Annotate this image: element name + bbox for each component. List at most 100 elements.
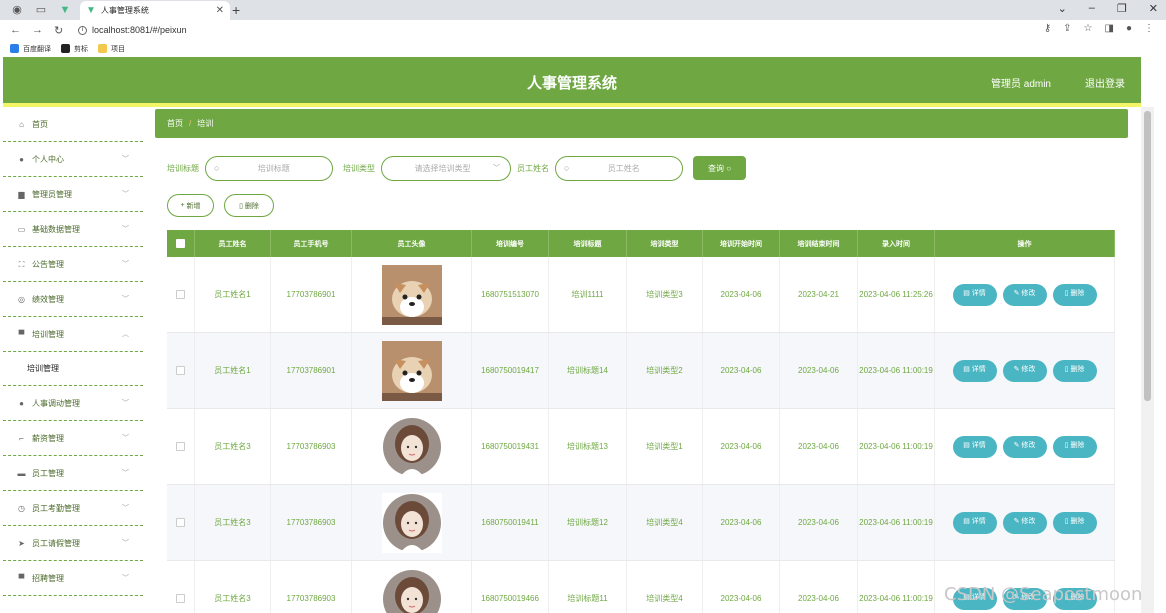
- sidebar-item-training[interactable]: ▀ 培训管理 ︿: [3, 317, 143, 352]
- detail-button[interactable]: ▤ 详情: [952, 283, 997, 306]
- avatar[interactable]: [381, 340, 442, 401]
- avatar-cell: [352, 257, 472, 332]
- avatar[interactable]: [381, 416, 442, 477]
- forward-icon[interactable]: →: [32, 24, 44, 36]
- column-header[interactable]: 员工头像: [352, 230, 472, 257]
- sidebar-subitem-training[interactable]: 培训管理: [3, 352, 143, 386]
- sidebar-item-admin[interactable]: ▆ 管理员管理 ﹀: [3, 177, 143, 212]
- column-header[interactable]: 培训类型: [627, 230, 703, 257]
- sidebar-item-home[interactable]: ⌂ 首页: [3, 107, 143, 142]
- tab-search-icon[interactable]: ▭: [34, 3, 48, 17]
- select-all-cell: [167, 230, 195, 257]
- info-icon[interactable]: i: [78, 25, 87, 35]
- operations-cell: ▤ 详情 ✎ 修改 ▯ 删除: [935, 409, 1115, 484]
- star-icon[interactable]: ☆: [1084, 23, 1093, 34]
- detail-label: 详情: [971, 290, 986, 298]
- profile-icon[interactable]: ●: [1126, 23, 1132, 34]
- ticket-icon: ▬: [17, 468, 26, 478]
- training-type-cell: 培训类型4: [627, 485, 703, 560]
- close-tab-icon[interactable]: ✕: [216, 5, 224, 16]
- avatar[interactable]: [381, 492, 442, 553]
- detail-button[interactable]: ▤ 详情: [952, 359, 997, 382]
- sidebar-item-recruit[interactable]: ▀ 招聘管理 ﹀: [3, 561, 143, 596]
- bulk-delete-button[interactable]: ▯ 删除: [224, 194, 274, 217]
- row-checkbox[interactable]: [176, 442, 185, 451]
- end-date-cell: 2023-04-06: [780, 333, 858, 408]
- sidepanel-icon[interactable]: ◨: [1105, 23, 1114, 34]
- sidebar-item-profile[interactable]: ● 个人中心 ﹀: [3, 142, 143, 177]
- chevron-up-icon: ︿: [122, 331, 129, 338]
- sidebar-item-notice[interactable]: ⛶ 公告管理 ﹀: [3, 247, 143, 282]
- new-tab-button[interactable]: +: [232, 2, 240, 18]
- employee-phone-cell: 17703786901: [271, 333, 352, 408]
- select-all-checkbox[interactable]: [176, 239, 185, 248]
- bookmarks-bar: 百度翻译 剪标 项目: [0, 40, 1166, 57]
- column-header[interactable]: 培训标题: [549, 230, 627, 257]
- delete-button[interactable]: ▯ 删除: [1052, 359, 1097, 382]
- breadcrumb-home[interactable]: 首页: [167, 118, 183, 129]
- row-checkbox[interactable]: [176, 290, 185, 299]
- row-checkbox[interactable]: [176, 366, 185, 375]
- delete-button[interactable]: ▯ 删除: [1052, 511, 1097, 534]
- page-scrollbar[interactable]: [1141, 107, 1154, 613]
- avatar[interactable]: [381, 264, 442, 325]
- avatar-cell: [352, 485, 472, 560]
- edit-button[interactable]: ✎ 修改: [1002, 511, 1047, 534]
- delete-button[interactable]: ▯ 删除: [1052, 283, 1097, 306]
- sidebar-item-employee[interactable]: ▬ 员工管理 ﹀: [3, 456, 143, 491]
- title-filter-label: 培训标题: [167, 163, 199, 173]
- detail-button[interactable]: ▤ 详情: [952, 511, 997, 534]
- search-button[interactable]: 查询 ○: [693, 156, 746, 180]
- start-date-cell: 2023-04-06: [703, 333, 780, 408]
- column-header[interactable]: 员工姓名: [195, 230, 271, 257]
- employee-phone-cell: 17703786903: [271, 561, 352, 613]
- edit-button[interactable]: ✎ 修改: [1002, 435, 1047, 458]
- delete-button[interactable]: ▯ 删除: [1052, 435, 1097, 458]
- column-header[interactable]: 员工手机号: [271, 230, 352, 257]
- sidebar-item-transfer[interactable]: ● 人事调动管理 ﹀: [3, 386, 143, 421]
- minimize-icon[interactable]: –: [1089, 2, 1095, 15]
- chevron-down-icon[interactable]: ⌄: [1058, 2, 1067, 15]
- compass-icon: ◎: [18, 294, 25, 304]
- send-icon: ➤: [18, 538, 25, 548]
- browser-menu-icon[interactable]: ◉: [10, 3, 24, 17]
- avatar[interactable]: [381, 568, 442, 613]
- close-window-icon[interactable]: ✕: [1149, 2, 1158, 15]
- logout-link[interactable]: 退出登录: [1085, 75, 1125, 90]
- title-search-input[interactable]: ○ 培训标题: [205, 155, 333, 181]
- detail-button[interactable]: ▤ 详情: [952, 435, 997, 458]
- restore-icon[interactable]: ❐: [1117, 2, 1127, 15]
- column-header[interactable]: 录入时间: [858, 230, 935, 257]
- edit-button[interactable]: ✎ 修改: [1002, 283, 1047, 306]
- sidebar-item-salary[interactable]: ⌐ 薪资管理 ﹀: [3, 421, 143, 456]
- detail-icon: ▤: [963, 518, 972, 526]
- url-field[interactable]: i localhost:8081/#/peixun: [78, 25, 187, 35]
- type-select[interactable]: 请选择培训类型 ﹀: [381, 155, 511, 181]
- more-icon[interactable]: ⋮: [1144, 23, 1154, 34]
- sidebar-item-performance[interactable]: ◎ 绩效管理 ﹀: [3, 282, 143, 317]
- bookmark-item[interactable]: 百度翻译: [10, 44, 51, 54]
- edit-button[interactable]: ✎ 修改: [1002, 359, 1047, 382]
- scrollbar-thumb[interactable]: [1144, 111, 1151, 401]
- browser-tab-active[interactable]: ▼ 人事管理系统 ✕: [80, 1, 230, 20]
- chevron-down-icon: ﹀: [122, 400, 129, 407]
- column-header[interactable]: 培训开始时间: [703, 230, 780, 257]
- column-header[interactable]: 培训编号: [472, 230, 549, 257]
- breadcrumb: 首页 / 培训: [155, 109, 1128, 138]
- sidebar-item-leave[interactable]: ➤ 员工请假管理 ﹀: [3, 526, 143, 561]
- row-checkbox[interactable]: [176, 594, 185, 603]
- reload-icon[interactable]: ↻: [54, 24, 66, 37]
- column-header[interactable]: 培训结束时间: [780, 230, 858, 257]
- share-icon[interactable]: ⇪: [1063, 23, 1071, 34]
- sidebar-item-label: 基础数据管理: [32, 224, 80, 234]
- sidebar-item-base-data[interactable]: ▭ 基础数据管理 ﹀: [3, 212, 143, 247]
- sidebar-item-attendance[interactable]: ◷ 员工考勤管理 ﹀: [3, 491, 143, 526]
- bookmark-item[interactable]: 项目: [98, 44, 125, 54]
- bookmark-item[interactable]: 剪标: [61, 44, 88, 54]
- name-search-input[interactable]: ○ 员工姓名: [555, 155, 683, 181]
- column-header: 操作: [935, 230, 1115, 257]
- back-icon[interactable]: ←: [10, 24, 22, 36]
- add-button[interactable]: + 新增: [167, 194, 214, 217]
- key-icon[interactable]: ⚷: [1044, 23, 1051, 34]
- row-checkbox[interactable]: [176, 518, 185, 527]
